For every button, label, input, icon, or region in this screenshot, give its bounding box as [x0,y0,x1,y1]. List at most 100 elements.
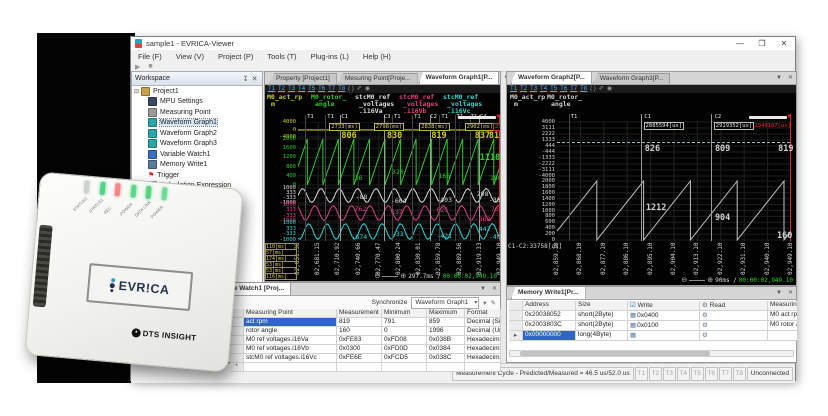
cursor-line[interactable] [305,115,307,241]
tab-mesuring-point-proje[interactable]: Mesuring Point[Proje... [337,73,418,84]
cursor-button-t8[interactable]: T8 [338,85,345,93]
zoom-slider[interactable] [689,280,706,281]
scrollbar-thumb[interactable] [520,351,710,356]
read-cell[interactable]: ⚙ [700,321,768,331]
table-cell[interactable]: 791 [382,318,427,327]
menu-item-project-p[interactable]: Project (P) [211,52,260,61]
table-cell[interactable]: 859 [427,318,465,327]
table-cell[interactable]: Decimal (Unsigned) [465,327,501,336]
tab-list-icon[interactable]: ▼ [773,287,785,299]
read-cell[interactable]: ⚙ [700,311,768,321]
tree-item-waveform-graph1[interactable]: Waveform Graph1 [132,118,262,129]
write-value-icon[interactable]: ▦ [630,322,636,329]
measuring-point-cell[interactable]: M0 rotor angle [768,321,798,331]
cursor-button-t7[interactable]: T7 [570,85,577,93]
zoom-slider[interactable] [382,276,399,277]
cursor-line[interactable] [454,115,456,241]
tab-waveform-graph2-p[interactable]: Waveform Graph2[P... [511,71,592,84]
zoom-out-icon[interactable]: ⊖ [375,273,381,280]
table-cell[interactable]: M0 ref voltages.i16Va [244,336,337,345]
table-cell[interactable]: stcM0 ref voltages.i16Vc [244,354,337,363]
column-header-maximum[interactable]: Maximum [427,309,465,318]
table-cell[interactable]: rotor angle [244,327,337,336]
cursor-button-t5[interactable]: T5 [308,85,315,93]
cursor-line[interactable] [641,114,643,241]
wave-toolbar-icon-1[interactable]: ◉ [365,85,370,93]
tab-memory-write1-pr[interactable]: Memory Write1[Pr... [511,286,586,299]
measuring-point-cell[interactable] [768,331,798,341]
close-button[interactable]: ✕ [773,37,795,50]
plot-overview-bar[interactable] [458,116,496,119]
tab-list-icon[interactable]: ▼ [477,283,489,295]
wave-toolbar-icon-1[interactable]: ◉ [607,85,612,93]
tab-close-icon[interactable]: ✕ [489,283,500,295]
tab-waveform-graph3-p[interactable]: Waveform Graph3[P... [592,73,671,84]
menu-item-file-f[interactable]: File (F) [131,52,169,61]
zoom-in-icon[interactable]: ⊕ [707,277,713,284]
table-cell[interactable]: Decimal (Signed) [465,318,501,327]
cursor-button-t4[interactable]: T4 [540,85,547,93]
table-cell[interactable]: 0xFD08 [382,336,427,345]
wave-toolbar-icon-0[interactable]: ✐ [357,85,362,93]
address-cell[interactable]: 0x00000000 [523,331,576,341]
write-checkbox-icon[interactable]: ☑ [630,302,638,309]
minimize-button[interactable]: — [729,37,751,50]
write-value-icon[interactable]: ▦ [630,312,636,319]
menu-item-help-h[interactable]: Help (H) [356,52,398,61]
cursor-button-t2[interactable]: T2 [520,85,527,93]
table-cell[interactable]: 0x038C [427,354,465,363]
tab-list-icon[interactable]: ▼ [773,72,785,84]
waveform-graph1-canvas[interactable]: M0_act_rp m M0_rotor_ angle stcM0_ref _voltag… [265,93,500,281]
write-cell[interactable]: ▦ [628,331,700,341]
cursor-line[interactable] [568,114,570,241]
table-cell[interactable]: 0x0384 [427,345,465,354]
tree-item-waveform-graph3[interactable]: Waveform Graph3 [132,139,262,150]
menu-item-view-v[interactable]: View (V) [169,52,211,61]
table-cell[interactable]: 0xFE83 [337,336,382,345]
current-position-cursor[interactable] [789,114,791,241]
write-cell[interactable]: ▦0x0400 [628,311,700,321]
table-cell[interactable]: 160 [337,327,382,336]
cursor-line[interactable] [412,115,414,241]
cursor-line[interactable] [711,114,713,241]
tab-close-icon[interactable]: ✕ [785,72,796,84]
cursor-button-t7[interactable]: T7 [328,85,335,93]
column-header-read[interactable]: ⚙ Read [700,301,768,311]
address-cell[interactable]: 0x20038052 [523,311,576,321]
paren-buttons[interactable]: ( ) [590,85,596,93]
cursor-button-t2[interactable]: T2 [278,85,285,93]
cursor-button-t4[interactable]: T4 [298,85,305,93]
table-cell[interactable]: 0 [382,327,427,336]
edit-icon[interactable]: ✎ [491,299,496,307]
tree-item-measuring-point[interactable]: Measuring Point [132,107,262,118]
read-cell[interactable]: ⚙ [700,331,768,341]
plot-overview-bar[interactable] [749,116,787,119]
cursor-position-marker[interactable]: ▼ [786,114,792,120]
panel-close-icon[interactable]: ✕ [250,75,259,83]
tree-item-waveform-graph2[interactable]: Waveform Graph2 [132,128,262,139]
tree-item-mpu-settings[interactable]: MPU Settings [132,97,262,108]
column-header-measurement[interactable]: Measurement [337,309,382,318]
size-cell[interactable]: short(2Byte) [576,311,628,321]
table-cell[interactable] [427,363,465,372]
table-cell[interactable]: Hexadecimal [465,345,501,354]
paren-buttons[interactable]: ( ) [348,85,354,93]
tab-property-project1[interactable]: Property [Project1] [269,73,337,84]
table-cell[interactable] [465,363,501,372]
cursor-button-t5[interactable]: T5 [550,85,557,93]
cursor-line[interactable] [469,115,471,241]
zoom-in-icon[interactable]: ⊕ [400,273,406,280]
zoom-out-icon[interactable]: ⊖ [681,277,687,284]
tab-close-icon[interactable]: ✕ [785,287,796,299]
dropdown-icon[interactable]: ▾ [483,299,486,307]
cursor-button-t3[interactable]: T3 [530,85,537,93]
table-cell[interactable] [244,363,337,372]
column-header-minimum[interactable]: Minimum [382,309,427,318]
cursor-line[interactable] [383,115,385,241]
cursor-button-t3[interactable]: T3 [288,85,295,93]
tab-waveform-graph1-p[interactable]: Waveform Graph1[P... [418,71,500,84]
table-cell[interactable]: 0x038B [427,336,465,345]
cursor-button-t8[interactable]: T8 [580,85,587,93]
table-cell[interactable]: act rpm [244,318,337,327]
table-cell[interactable] [337,363,382,372]
